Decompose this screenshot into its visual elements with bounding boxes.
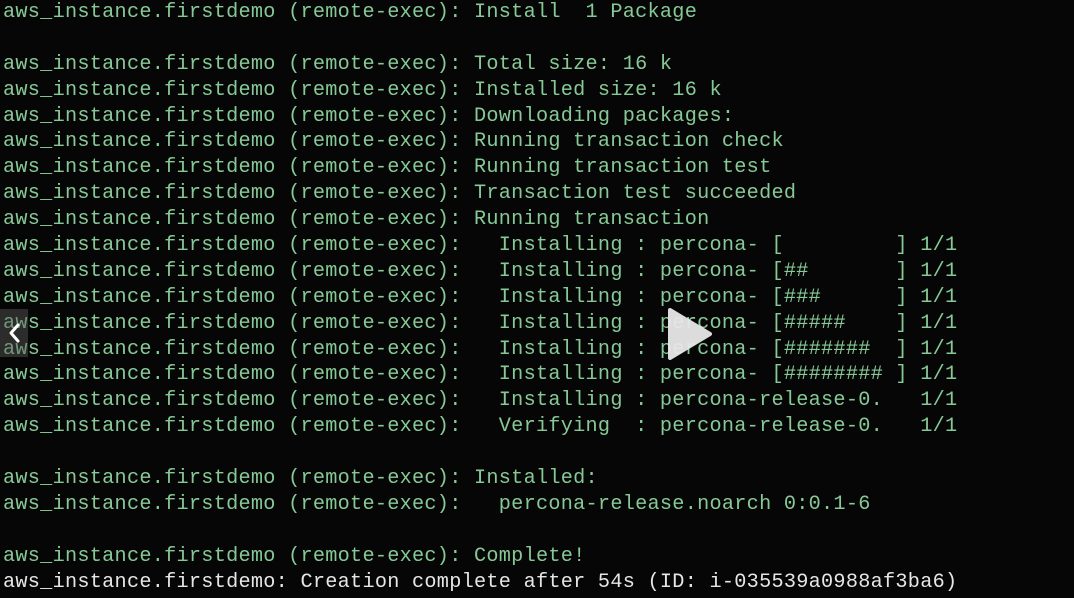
terminal-line: aws_instance.firstdemo (remote-exec): Ve… [3,415,958,439]
terminal-window: aws_instance.firstdemo (remote-exec): In… [0,0,1074,598]
play-icon [660,308,716,367]
terminal-line: aws_instance.firstdemo (remote-exec): In… [3,234,958,258]
terminal-blank-line [3,518,957,544]
terminal-line: aws_instance.firstdemo (remote-exec): In… [3,389,958,413]
terminal-line: aws_instance.firstdemo (remote-exec): Do… [3,104,735,128]
chevron-left-icon [7,322,21,344]
terminal-line: aws_instance.firstdemo (remote-exec): In… [3,467,598,491]
terminal-line: aws_instance.firstdemo (remote-exec): In… [3,311,958,335]
terminal-line: aws_instance.firstdemo (remote-exec): To… [3,52,673,76]
terminal-line: aws_instance.firstdemo (remote-exec): pe… [3,492,871,516]
previous-slide-button[interactable] [0,309,28,357]
terminal-blank-line [3,26,957,52]
terminal-line: aws_instance.firstdemo (remote-exec): In… [3,285,958,309]
terminal-line: aws_instance.firstdemo (remote-exec): Co… [3,544,586,568]
terminal-line: aws_instance.firstdemo (remote-exec): Ru… [3,156,772,180]
terminal-line: aws_instance.firstdemo: Creation complet… [3,570,958,594]
terminal-line: aws_instance.firstdemo (remote-exec): Tr… [3,182,797,206]
terminal-line: aws_instance.firstdemo (remote-exec): In… [3,363,958,387]
terminal-line: aws_instance.firstdemo (remote-exec): Ru… [3,130,784,154]
terminal-line: aws_instance.firstdemo (remote-exec): In… [3,337,958,361]
terminal-blank-line [3,440,957,466]
terminal-output: aws_instance.firstdemo (remote-exec): In… [3,0,957,595]
terminal-line: aws_instance.firstdemo (remote-exec): In… [3,1,698,24]
play-button[interactable] [660,306,716,362]
terminal-line: aws_instance.firstdemo (remote-exec): In… [3,259,958,283]
terminal-line: aws_instance.firstdemo (remote-exec): Ru… [3,208,710,232]
terminal-line: aws_instance.firstdemo (remote-exec): In… [3,78,722,102]
